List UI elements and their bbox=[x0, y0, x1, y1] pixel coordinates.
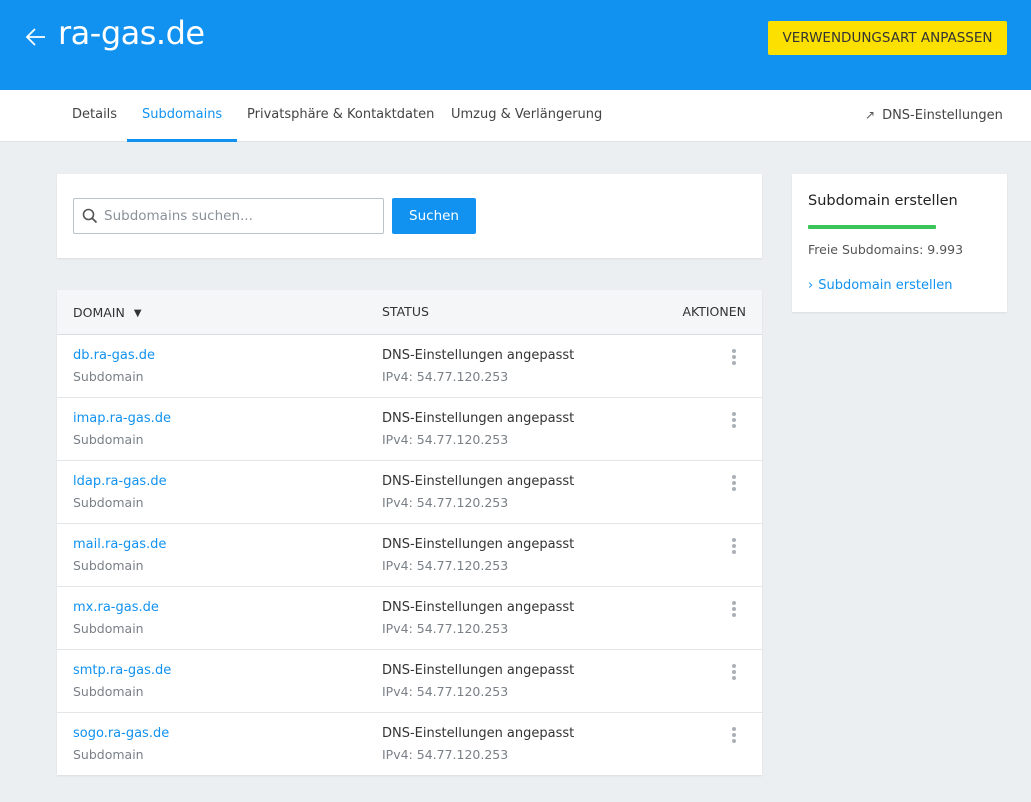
subdomain-link[interactable]: ldap.ra-gas.de bbox=[73, 474, 167, 489]
dns-status: DNS-Einstellungen angepasst bbox=[382, 474, 575, 489]
subdomain-link[interactable]: sogo.ra-gas.de bbox=[73, 726, 169, 741]
subdomain-link[interactable]: db.ra-gas.de bbox=[73, 348, 155, 363]
subdomain-link[interactable]: smtp.ra-gas.de bbox=[73, 663, 171, 678]
more-options-icon[interactable] bbox=[724, 473, 744, 497]
column-actions: Aktionen bbox=[682, 304, 746, 319]
column-domain[interactable]: Domain ▼ bbox=[73, 305, 142, 320]
tab-privacy-contact[interactable]: Privatsphäre & Kontaktdaten bbox=[232, 90, 449, 142]
sort-down-icon: ▼ bbox=[133, 308, 142, 319]
tab-bar: Details Subdomains Privatsphäre & Kontak… bbox=[0, 90, 1031, 142]
free-subdomains-count: Freie Subdomains: 9.993 bbox=[808, 242, 964, 257]
dns-status: DNS-Einstellungen angepasst bbox=[382, 411, 575, 426]
subdomain-table: Domain ▼ Status Aktionen db.ra-gas.de Sub… bbox=[57, 290, 762, 775]
subdomain-link[interactable]: mail.ra-gas.de bbox=[73, 537, 166, 552]
dns-status: DNS-Einstellungen angepasst bbox=[382, 663, 575, 678]
dns-settings-link[interactable]: ↗ DNS-Einstellungen bbox=[865, 90, 1003, 142]
subdomain-type: Subdomain bbox=[73, 747, 144, 762]
search-button[interactable]: Suchen bbox=[392, 198, 476, 234]
panel-title: Subdomain erstellen bbox=[808, 193, 958, 209]
more-options-icon[interactable] bbox=[724, 725, 744, 749]
ip-address: IPv4: 54.77.120.253 bbox=[382, 684, 509, 699]
ip-address: IPv4: 54.77.120.253 bbox=[382, 369, 509, 384]
subdomain-type: Subdomain bbox=[73, 621, 144, 636]
table-row: db.ra-gas.de Subdomain DNS-Einstellungen… bbox=[57, 335, 762, 398]
create-subdomain-panel: Subdomain erstellen Freie Subdomains: 9.… bbox=[792, 174, 1007, 312]
create-subdomain-label: Subdomain erstellen bbox=[818, 278, 953, 293]
subdomain-type: Subdomain bbox=[73, 369, 144, 384]
external-arrow-icon: ↗ bbox=[865, 108, 876, 122]
more-options-icon[interactable] bbox=[724, 347, 744, 371]
ip-address: IPv4: 54.77.120.253 bbox=[382, 747, 509, 762]
table-header: Domain ▼ Status Aktionen bbox=[57, 290, 762, 335]
search-field bbox=[73, 198, 384, 234]
table-row: smtp.ra-gas.de Subdomain DNS-Einstellung… bbox=[57, 650, 762, 713]
create-subdomain-link[interactable]: › Subdomain erstellen bbox=[808, 278, 952, 293]
dns-status: DNS-Einstellungen angepasst bbox=[382, 348, 575, 363]
tab-transfer-renewal[interactable]: Umzug & Verlängerung bbox=[436, 90, 617, 142]
ip-address: IPv4: 54.77.120.253 bbox=[382, 495, 509, 510]
search-input[interactable] bbox=[104, 199, 379, 233]
arrow-left-icon[interactable] bbox=[23, 24, 49, 50]
subdomain-type: Subdomain bbox=[73, 558, 144, 573]
subdomain-link[interactable]: mx.ra-gas.de bbox=[73, 600, 159, 615]
more-options-icon[interactable] bbox=[724, 536, 744, 560]
search-panel: Suchen bbox=[57, 174, 762, 258]
dns-status: DNS-Einstellungen angepasst bbox=[382, 726, 575, 741]
subdomain-type: Subdomain bbox=[73, 684, 144, 699]
table-row: sogo.ra-gas.de Subdomain DNS-Einstellung… bbox=[57, 713, 762, 776]
page-title: ra-gas.de bbox=[58, 14, 205, 52]
subdomain-type: Subdomain bbox=[73, 432, 144, 447]
more-options-icon[interactable] bbox=[724, 410, 744, 434]
subdomain-type: Subdomain bbox=[73, 495, 144, 510]
chevron-right-icon: › bbox=[808, 278, 814, 293]
adjust-usage-button[interactable]: Verwendungsart anpassen bbox=[768, 21, 1007, 55]
table-row: imap.ra-gas.de Subdomain DNS-Einstellung… bbox=[57, 398, 762, 461]
column-status: Status bbox=[382, 304, 429, 319]
more-options-icon[interactable] bbox=[724, 662, 744, 686]
subdomain-link[interactable]: imap.ra-gas.de bbox=[73, 411, 171, 426]
column-domain-label: Domain bbox=[73, 305, 125, 320]
table-row: mail.ra-gas.de Subdomain DNS-Einstellung… bbox=[57, 524, 762, 587]
tab-subdomains[interactable]: Subdomains bbox=[127, 90, 238, 142]
quota-bar bbox=[808, 225, 936, 229]
page-header: ra-gas.de Verwendungsart anpassen bbox=[0, 0, 1031, 90]
table-row: mx.ra-gas.de Subdomain DNS-Einstellungen… bbox=[57, 587, 762, 650]
more-options-icon[interactable] bbox=[724, 599, 744, 623]
ip-address: IPv4: 54.77.120.253 bbox=[382, 432, 509, 447]
tab-details[interactable]: Details bbox=[57, 90, 132, 142]
table-row: ldap.ra-gas.de Subdomain DNS-Einstellung… bbox=[57, 461, 762, 524]
dns-status: DNS-Einstellungen angepasst bbox=[382, 600, 575, 615]
ip-address: IPv4: 54.77.120.253 bbox=[382, 621, 509, 636]
dns-status: DNS-Einstellungen angepasst bbox=[382, 537, 575, 552]
ip-address: IPv4: 54.77.120.253 bbox=[382, 558, 509, 573]
dns-settings-label: DNS-Einstellungen bbox=[882, 108, 1003, 123]
